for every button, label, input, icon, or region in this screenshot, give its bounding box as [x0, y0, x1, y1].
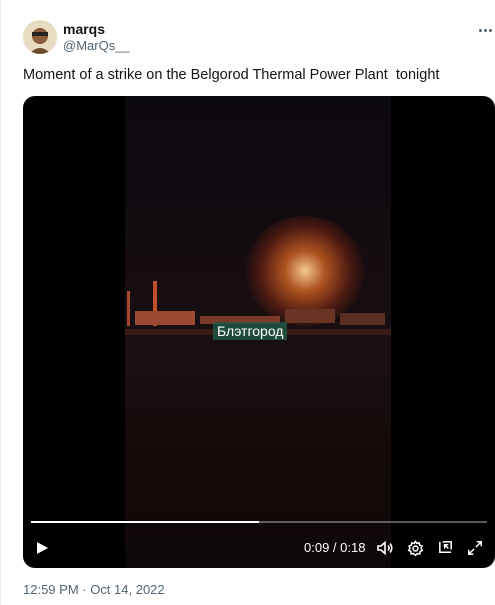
video-player[interactable]: Блэтгород 0:09 / 0:18 — [23, 96, 495, 568]
picture-in-picture-icon[interactable] — [435, 536, 455, 560]
tweet-timestamp[interactable]: 12:59 PM · Oct 14, 2022 — [23, 582, 165, 597]
user-handle[interactable]: @MarQs__ — [63, 38, 130, 53]
progress-bar[interactable] — [31, 521, 487, 523]
video-overlay-label: Блэтгород — [213, 322, 288, 340]
play-icon[interactable] — [33, 536, 51, 560]
industrial-skyline — [125, 281, 391, 335]
tweet-text: Moment of a strike on the Belgorod Therm… — [23, 67, 440, 83]
time-display: 0:09 / 0:18 — [304, 540, 366, 555]
volume-icon[interactable] — [375, 536, 395, 560]
progress-fill — [31, 521, 259, 523]
avatar-image — [23, 20, 57, 54]
settings-icon[interactable] — [405, 536, 425, 560]
display-name[interactable]: marqs — [63, 21, 105, 37]
tweet-card: marqs @MarQs__ Moment of a strike on the… — [0, 0, 495, 605]
fullscreen-icon[interactable] — [465, 536, 485, 560]
more-icon[interactable] — [475, 22, 495, 38]
avatar[interactable] — [23, 20, 57, 54]
